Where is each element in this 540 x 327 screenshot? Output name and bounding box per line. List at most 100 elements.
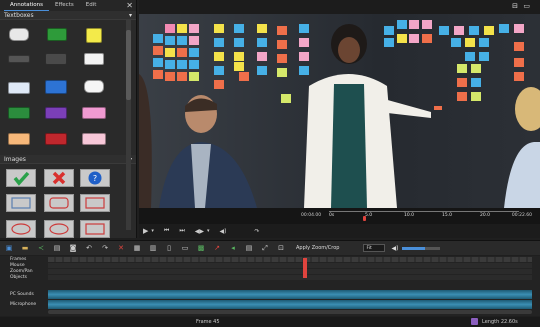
- chevron-down-icon[interactable]: ▾: [129, 12, 132, 19]
- status-bar: Frame 45 Length 22.60s: [0, 317, 540, 327]
- ellipse-shape-icon[interactable]: [6, 220, 36, 238]
- track-objects[interactable]: Objects: [0, 274, 540, 280]
- close-icon[interactable]: ✕: [126, 0, 133, 11]
- delete-icon[interactable]: ✕: [116, 243, 126, 253]
- x-mark-icon[interactable]: [44, 169, 74, 187]
- skip-end-icon[interactable]: ⏭: [179, 227, 184, 235]
- track-lane[interactable]: [48, 262, 532, 268]
- folder-icon[interactable]: ▬: [20, 243, 30, 253]
- rectangle-frame-icon[interactable]: [80, 220, 110, 238]
- textbox-item[interactable]: [82, 133, 106, 145]
- maximize-icon[interactable]: ▭: [523, 2, 530, 10]
- playhead-marker[interactable]: [363, 216, 366, 221]
- tab-effects[interactable]: Effects: [49, 0, 80, 11]
- audio-tool-icon[interactable]: ◂: [228, 243, 238, 253]
- volume-icon[interactable]: ◀): [219, 228, 226, 235]
- ruler-tick-label: 0s: [329, 213, 335, 218]
- ruler-tick-label: 10.0: [404, 213, 415, 218]
- ruler[interactable]: 0s 5.0 10.0 15.0 20.0: [329, 211, 519, 221]
- section-textboxes-label: Textboxes: [4, 11, 34, 19]
- timeline-playhead[interactable]: [303, 258, 307, 278]
- audio-waveform[interactable]: [48, 300, 532, 309]
- tab-annotations[interactable]: Annotations: [4, 0, 50, 11]
- textbox-item[interactable]: [45, 53, 67, 65]
- track-pc-sounds[interactable]: PC Sounds: [0, 290, 540, 299]
- textbox-item[interactable]: [8, 82, 30, 94]
- track-lane[interactable]: [48, 256, 532, 262]
- section-textboxes[interactable]: Textboxes ▾: [0, 11, 136, 20]
- textbox-item[interactable]: [45, 80, 67, 94]
- preview-scrubber[interactable]: 00:04.00 0s 5.0 10.0 15.0 20.0 00:22.60: [139, 208, 540, 224]
- help-icon[interactable]: ?: [80, 169, 110, 187]
- track-mouse[interactable]: Mouse: [0, 262, 540, 268]
- track-lane[interactable]: [48, 274, 532, 280]
- track-frames[interactable]: Frames: [0, 256, 540, 262]
- zoom-select[interactable]: Fit: [363, 244, 386, 252]
- checkmark-icon[interactable]: [6, 169, 36, 187]
- film-icon[interactable]: ▤: [52, 243, 62, 253]
- apply-zoom-button[interactable]: Apply Zoom/Crop: [296, 245, 339, 251]
- panel-tabs: Annotations Effects Edit ✕: [0, 0, 136, 11]
- textbox-item[interactable]: [45, 107, 67, 119]
- textbox-item[interactable]: [47, 28, 67, 41]
- volume-slider[interactable]: [402, 246, 441, 250]
- track-lane[interactable]: [48, 268, 532, 274]
- track-label: Mouse: [10, 262, 25, 268]
- minimize-icon[interactable]: ⊟: [512, 2, 518, 10]
- rectangle-outline-icon[interactable]: [80, 194, 110, 212]
- loop-icon[interactable]: ↷: [254, 228, 259, 235]
- cut-frames-icon[interactable]: ▦: [132, 243, 142, 253]
- timeline[interactable]: Frames Mouse Zoom/Pan Objects PC Sounds …: [0, 256, 540, 316]
- textbox-item[interactable]: [9, 28, 29, 41]
- rectangle-shape-icon[interactable]: [6, 194, 36, 212]
- chevron-down-icon[interactable]: ▾: [151, 228, 154, 234]
- frame-step-icon[interactable]: ◀▶: [195, 228, 204, 235]
- textbox-item[interactable]: [8, 55, 30, 63]
- tab-edit[interactable]: Edit: [80, 0, 103, 11]
- textbox-item[interactable]: [8, 133, 30, 145]
- textbox-tool-icon[interactable]: ▭: [180, 243, 190, 253]
- preview-topbar: ⊟ ▭: [139, 0, 540, 14]
- arrow-tool-icon[interactable]: ↗: [212, 243, 222, 253]
- camera-icon[interactable]: ◙: [68, 243, 78, 253]
- textbox-item[interactable]: [86, 28, 102, 43]
- edit-toolbar: ▣ ▬ ≺ ▤ ◙ ↶ ↷ ✕ ▦ ▥ ▯ ▭ ▩ ↗ ◂ ▤ ⤢ ⊡ Appl…: [0, 240, 540, 255]
- ellipse-outline-icon[interactable]: [44, 220, 74, 238]
- insert-frame-icon[interactable]: ▥: [148, 243, 158, 253]
- section-images-label: Images: [4, 155, 26, 163]
- ruler-tick-label: 20.0: [480, 213, 491, 218]
- textbox-item[interactable]: [8, 107, 30, 119]
- crop-icon[interactable]: ⊡: [276, 243, 286, 253]
- ruler-tick-label: 5.0: [365, 213, 373, 218]
- zoom-pan-icon[interactable]: ⤢: [260, 243, 270, 253]
- time-current: 00:04.00: [301, 213, 322, 218]
- track-zoompan[interactable]: Zoom/Pan: [0, 268, 540, 274]
- volume-icon[interactable]: ◀): [391, 245, 398, 252]
- panel-scrollbar[interactable]: [126, 20, 131, 230]
- save-icon[interactable]: ▣: [4, 243, 14, 253]
- textbox-item[interactable]: [45, 133, 67, 145]
- textbox-item[interactable]: [82, 107, 106, 119]
- timeline-scrollbar[interactable]: [48, 310, 532, 314]
- audio-waveform[interactable]: [48, 290, 532, 299]
- caption-icon[interactable]: ▯: [164, 243, 174, 253]
- skip-start-icon[interactable]: ⏮: [164, 227, 169, 235]
- scrollbar-thumb[interactable]: [126, 30, 131, 100]
- annotations-panel: Annotations Effects Edit ✕ Textboxes ▾ I…: [0, 0, 137, 238]
- chevron-down-icon[interactable]: ▾: [207, 228, 210, 234]
- rounded-rect-shape-icon[interactable]: [44, 194, 74, 212]
- redo-icon[interactable]: ↷: [100, 243, 110, 253]
- share-icon[interactable]: ≺: [36, 243, 46, 253]
- volume-slider-fill: [402, 246, 426, 250]
- textbox-item[interactable]: [84, 80, 104, 93]
- track-label: Microphone: [10, 302, 37, 307]
- textbox-grid: [0, 20, 136, 155]
- video-preview[interactable]: [139, 14, 540, 208]
- track-microphone[interactable]: Microphone: [0, 300, 540, 309]
- transition-icon[interactable]: ▤: [244, 243, 254, 253]
- undo-icon[interactable]: ↶: [84, 243, 94, 253]
- image-tool-icon[interactable]: ▩: [196, 243, 206, 253]
- textbox-item[interactable]: [84, 53, 104, 65]
- play-icon[interactable]: ▶: [143, 227, 148, 235]
- section-images[interactable]: Images ▾: [0, 155, 136, 164]
